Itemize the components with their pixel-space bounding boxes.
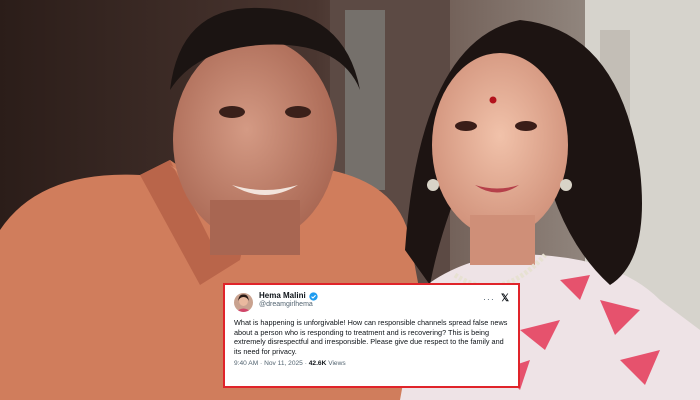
author-block: Hema Malini @dreamgirlhema: [259, 291, 483, 308]
avatar: [234, 293, 253, 312]
x-logo-icon[interactable]: 𝕏: [501, 293, 509, 304]
tweet-date[interactable]: Nov 11, 2025: [264, 360, 303, 367]
tweet-text: What is happening is unforgivable! How c…: [234, 318, 508, 356]
views-count: 42.6K: [308, 360, 327, 368]
verified-badge-icon: [309, 292, 318, 301]
more-options-icon[interactable]: ···: [483, 294, 495, 304]
author-name[interactable]: Hema Malini: [259, 291, 306, 300]
tweet-header: Hema Malini @dreamgirlhema ··· 𝕏: [234, 291, 509, 316]
author-row: Hema Malini: [259, 291, 483, 301]
tweet-meta: 9:40 AM · Nov 11, 2025 · 42.6K Views: [234, 360, 509, 367]
tweet-card: Hema Malini @dreamgirlhema ··· 𝕏 What is…: [223, 283, 520, 388]
views-label: Views: [328, 360, 346, 368]
meta-separator: ·: [260, 360, 263, 368]
meta-separator-2: ·: [304, 360, 307, 368]
tweet-time[interactable]: 9:40 AM: [234, 360, 258, 367]
author-handle[interactable]: @dreamgirlhema: [259, 301, 483, 308]
news-image: Hema Malini @dreamgirlhema ··· 𝕏 What is…: [0, 0, 700, 400]
